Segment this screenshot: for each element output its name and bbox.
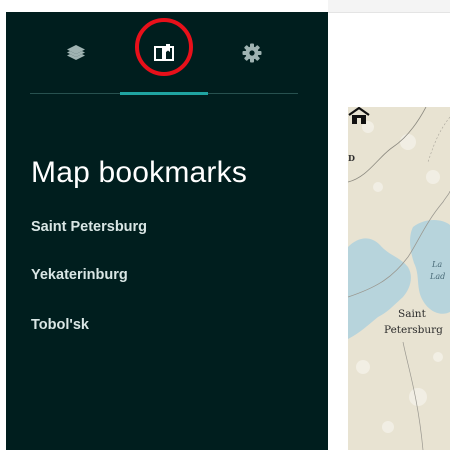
bookmark-yekaterinburg[interactable]: Yekaterinburg — [31, 267, 128, 283]
sidebar-panel: Map bookmarks Saint Petersburg Yekaterin… — [6, 12, 328, 450]
tab-settings[interactable] — [208, 12, 296, 94]
map-label-lake-ladoga-line2: Lad — [430, 272, 446, 281]
map-label-lake-ladoga-line1: La — [432, 260, 443, 269]
top-bar — [328, 0, 450, 13]
bookmark-saint-petersburg[interactable]: Saint Petersburg — [31, 219, 147, 235]
home-icon[interactable] — [348, 107, 370, 125]
active-tab-indicator — [120, 92, 208, 95]
map-label-saint: Saint — [398, 308, 426, 320]
tab-layers[interactable] — [32, 12, 120, 94]
highlight-circle-annotation — [135, 18, 193, 76]
map-label-petersburg: Petersburg — [384, 324, 443, 336]
bookmark-tobolsk[interactable]: Tobol'sk — [31, 317, 89, 333]
map-view[interactable]: D La Lad Saint Petersburg — [348, 107, 450, 450]
sidebar-tabs — [6, 12, 328, 95]
map-label-partial: D — [348, 153, 355, 163]
gear-icon — [242, 43, 262, 63]
panel-title: Map bookmarks — [31, 156, 248, 189]
layers-icon — [67, 45, 85, 60]
